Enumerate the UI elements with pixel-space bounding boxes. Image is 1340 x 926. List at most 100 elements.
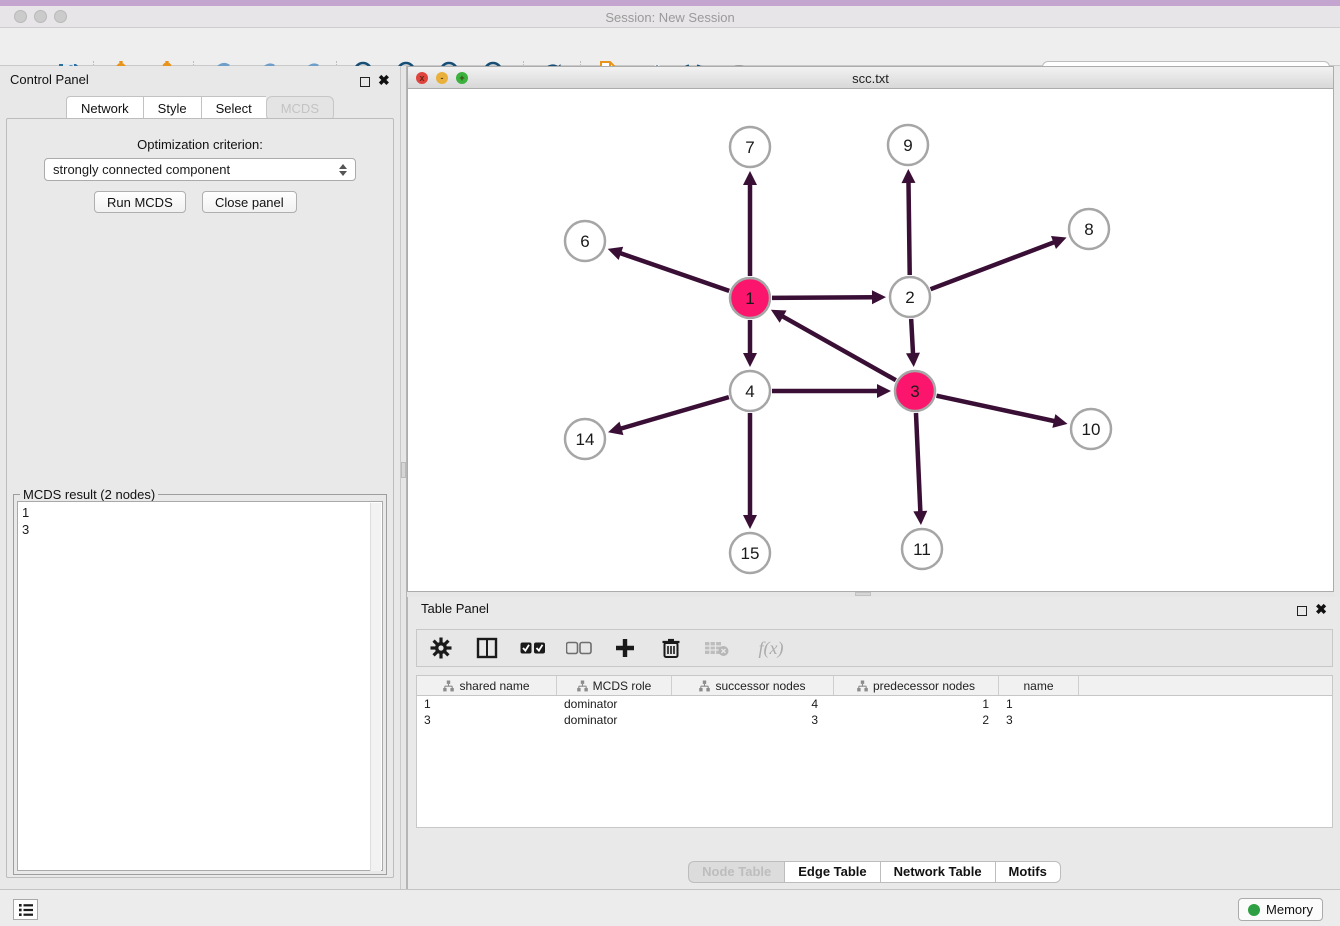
column-layout-icon[interactable] [473,634,501,662]
table-float-icon[interactable] [1297,603,1307,621]
graph-edge-arrowhead [608,247,624,260]
tab-node-table[interactable]: Node Table [688,861,784,883]
graph-edge-arrowhead [608,422,623,435]
cell-mcds-role: dominator [557,712,672,728]
memory-button[interactable]: Memory [1238,898,1323,921]
mcds-result-textarea[interactable]: 1 3 [17,501,383,871]
close-panel-button[interactable]: Close panel [202,191,297,213]
node-table-header: shared name MCDS role successor nodes pr… [417,676,1332,696]
column-header-predecessor-nodes[interactable]: predecessor nodes [834,676,999,695]
network-title: scc.txt [408,71,1333,86]
status-bar: Memory [0,889,1340,926]
column-type-icon [443,680,454,692]
graph-node-label: 7 [745,138,754,157]
graph-node-label: 3 [910,382,919,401]
table-settings-gear-icon[interactable] [427,634,455,662]
graph-edge-arrowhead [743,171,757,185]
memory-label: Memory [1266,902,1313,917]
graph-node-label: 14 [576,430,595,449]
graph-node-label: 6 [580,232,589,251]
result-line: 1 [22,504,378,521]
graph-edge[interactable] [908,180,909,275]
function-builder-icon: f(x) [749,634,793,662]
table-panel: Table Panel ✖ f(x) s [407,597,1340,889]
result-line: 3 [22,521,378,538]
list-icon [18,903,34,917]
criterion-value: strongly connected component [53,162,230,177]
control-panel-title: Control Panel [10,72,89,87]
column-type-icon [857,680,868,692]
criterion-dropdown[interactable]: strongly connected component [44,158,356,181]
graph-node-label: 4 [745,382,754,401]
graph-edge-arrowhead [906,353,920,367]
network-view-window: x - + scc.txt 7968124314101511 [407,66,1334,592]
run-mcds-button[interactable]: Run MCDS [94,191,186,213]
cell-shared-name: 3 [417,712,557,728]
column-header-successor-nodes[interactable]: successor nodes [672,676,834,695]
graph-edge-arrowhead [902,169,916,183]
float-panel-icon[interactable] [360,74,370,92]
graph-edge[interactable] [911,319,913,356]
graph-edge-arrowhead [743,515,757,529]
column-header-name[interactable]: name [999,676,1079,695]
graph-edge-arrowhead [913,511,927,525]
dropdown-stepper-icon [339,164,347,176]
graph-edge-arrowhead [743,353,757,367]
table-toolbar: f(x) [416,629,1333,667]
graph-edge-arrowhead [1052,414,1067,428]
session-title: Session: New Session [0,10,1340,25]
delete-column-trash-icon[interactable] [657,634,685,662]
cell-name: 1 [999,696,1079,712]
graph-node-label: 1 [745,289,754,308]
mcds-result-group: MCDS result (2 nodes) 1 3 [13,494,387,875]
tab-edge-table[interactable]: Edge Table [784,861,879,883]
graph-edge[interactable] [931,241,1057,289]
graph-node-label: 15 [741,544,760,563]
graph-edge[interactable] [618,252,729,290]
main-toolbar [0,28,1340,66]
graph-node-label: 9 [903,136,912,155]
deselect-all-columns-icon[interactable] [565,634,593,662]
graph-node-label: 10 [1082,420,1101,439]
close-panel-icon[interactable]: ✖ [378,72,390,90]
table-close-icon[interactable]: ✖ [1315,601,1327,619]
result-scrollbar[interactable] [370,503,381,871]
graph-edge[interactable] [916,413,920,514]
network-window-titlebar[interactable]: x - + scc.txt [408,67,1333,89]
column-header-mcds-role[interactable]: MCDS role [557,676,672,695]
network-graph: 7968124314101511 [408,89,1333,591]
graph-edge-arrowhead [872,290,886,304]
horizontal-splitter-handle[interactable] [855,592,871,596]
cell-shared-name: 1 [417,696,557,712]
graph-edge[interactable] [937,396,1057,422]
tab-motifs[interactable]: Motifs [995,861,1061,883]
node-table: shared name MCDS role successor nodes pr… [416,675,1333,828]
table-tabs: Node Table Edge Table Network Table Moti… [408,861,1340,883]
graph-edge[interactable] [780,315,895,380]
cell-successor-nodes: 3 [672,712,834,728]
network-canvas[interactable]: 7968124314101511 [408,89,1333,591]
select-all-columns-icon[interactable] [519,634,547,662]
table-panel-title: Table Panel [421,601,489,616]
memory-status-icon [1248,904,1260,916]
cell-predecessor-nodes: 2 [834,712,999,728]
add-column-icon[interactable] [611,634,639,662]
vertical-splitter-handle[interactable] [401,462,406,478]
cell-name: 3 [999,712,1079,728]
column-type-icon [577,680,588,692]
cell-predecessor-nodes: 1 [834,696,999,712]
column-header-shared-name[interactable]: shared name [417,676,557,695]
graph-edge[interactable] [772,297,875,298]
graph-node-label: 11 [913,540,931,559]
table-row[interactable]: 3 dominator 3 2 3 [417,712,1332,728]
graph-node-label: 8 [1084,220,1093,239]
cell-mcds-role: dominator [557,696,672,712]
column-type-icon [699,680,710,692]
graph-edge-arrowhead [877,384,891,398]
tab-network-table[interactable]: Network Table [880,861,995,883]
delete-table-icon [703,634,731,662]
graph-edge[interactable] [619,397,729,429]
task-history-button[interactable] [13,899,38,920]
cell-successor-nodes: 4 [672,696,834,712]
table-row[interactable]: 1 dominator 4 1 1 [417,696,1332,712]
